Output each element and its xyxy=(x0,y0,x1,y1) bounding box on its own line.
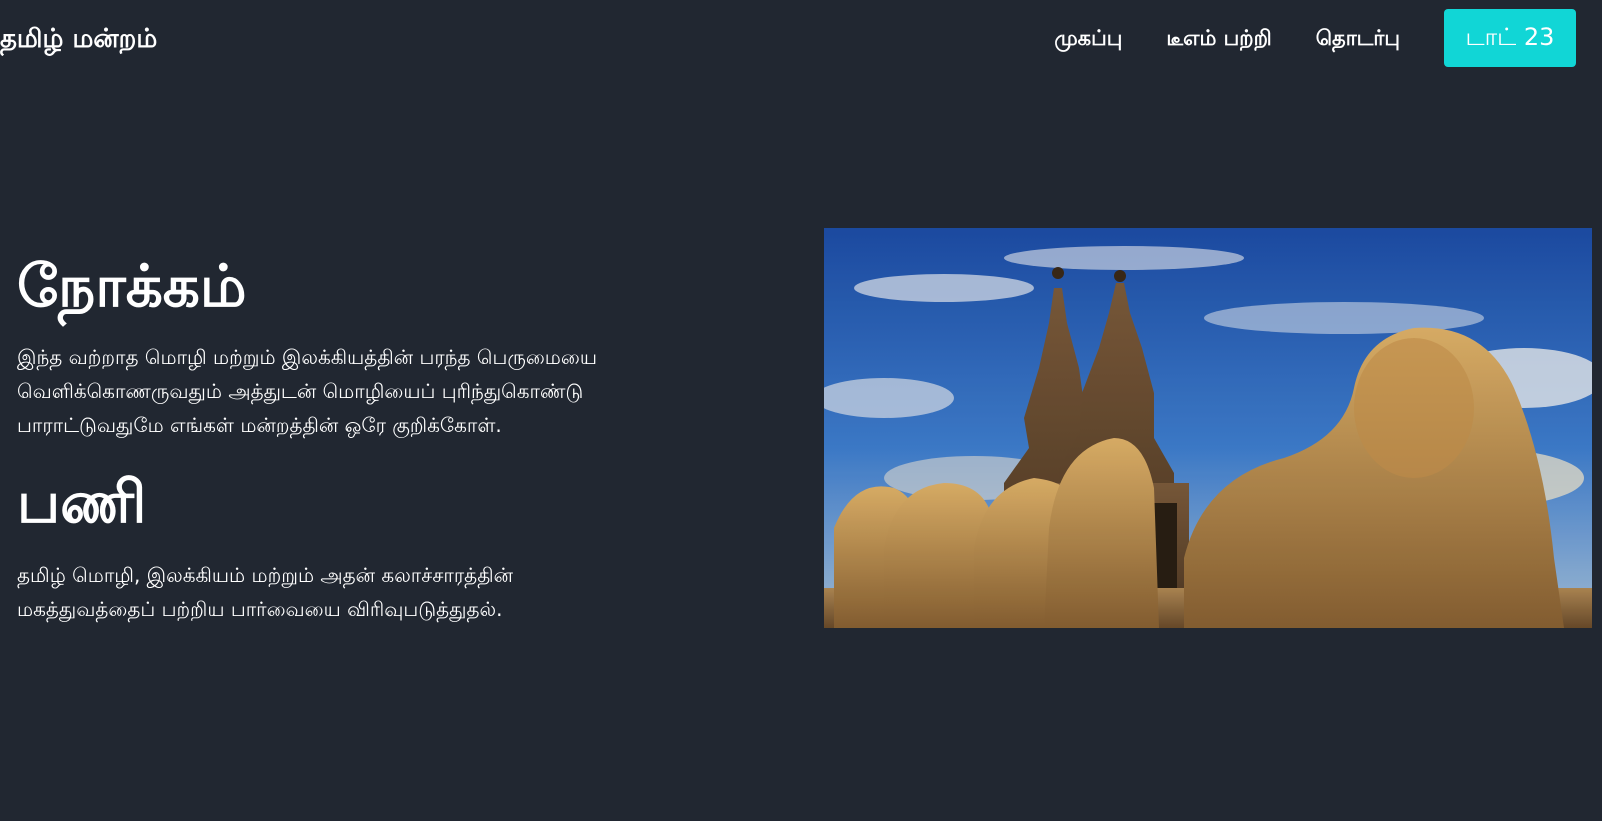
section-text-mission: தமிழ் மொழி, இலக்கியம் மற்றும் அதன் கலாச்… xyxy=(17,563,513,621)
temple-photo-icon xyxy=(824,228,1592,628)
nav-contact[interactable]: தொடர்பு xyxy=(1316,6,1400,70)
section-title-mission: பணி xyxy=(17,468,147,536)
top-navbar: தமிழ் மன்றம் முகப்பு டீஎம் பற்றி தொடர்பு… xyxy=(0,0,1602,80)
site-logo[interactable]: தமிழ் மன்றம் xyxy=(0,20,157,58)
main-content: நோக்கம் இந்த வற்றாத மொழி மற்றும் இலக்கிய… xyxy=(17,250,777,626)
nav-about[interactable]: டீஎம் பற்றி xyxy=(1166,6,1271,70)
event-cta-button[interactable]: டாட் 23 xyxy=(1444,9,1576,67)
hero-image xyxy=(824,228,1592,628)
nav-home[interactable]: முகப்பு xyxy=(1054,6,1122,70)
section-title-vision: நோக்கம் xyxy=(17,252,247,320)
main-nav: முகப்பு டீஎம் பற்றி தொடர்பு டாட் 23 xyxy=(1054,6,1576,70)
section-text-vision: இந்த வற்றாத மொழி மற்றும் இலக்கியத்தின் ப… xyxy=(17,345,597,437)
